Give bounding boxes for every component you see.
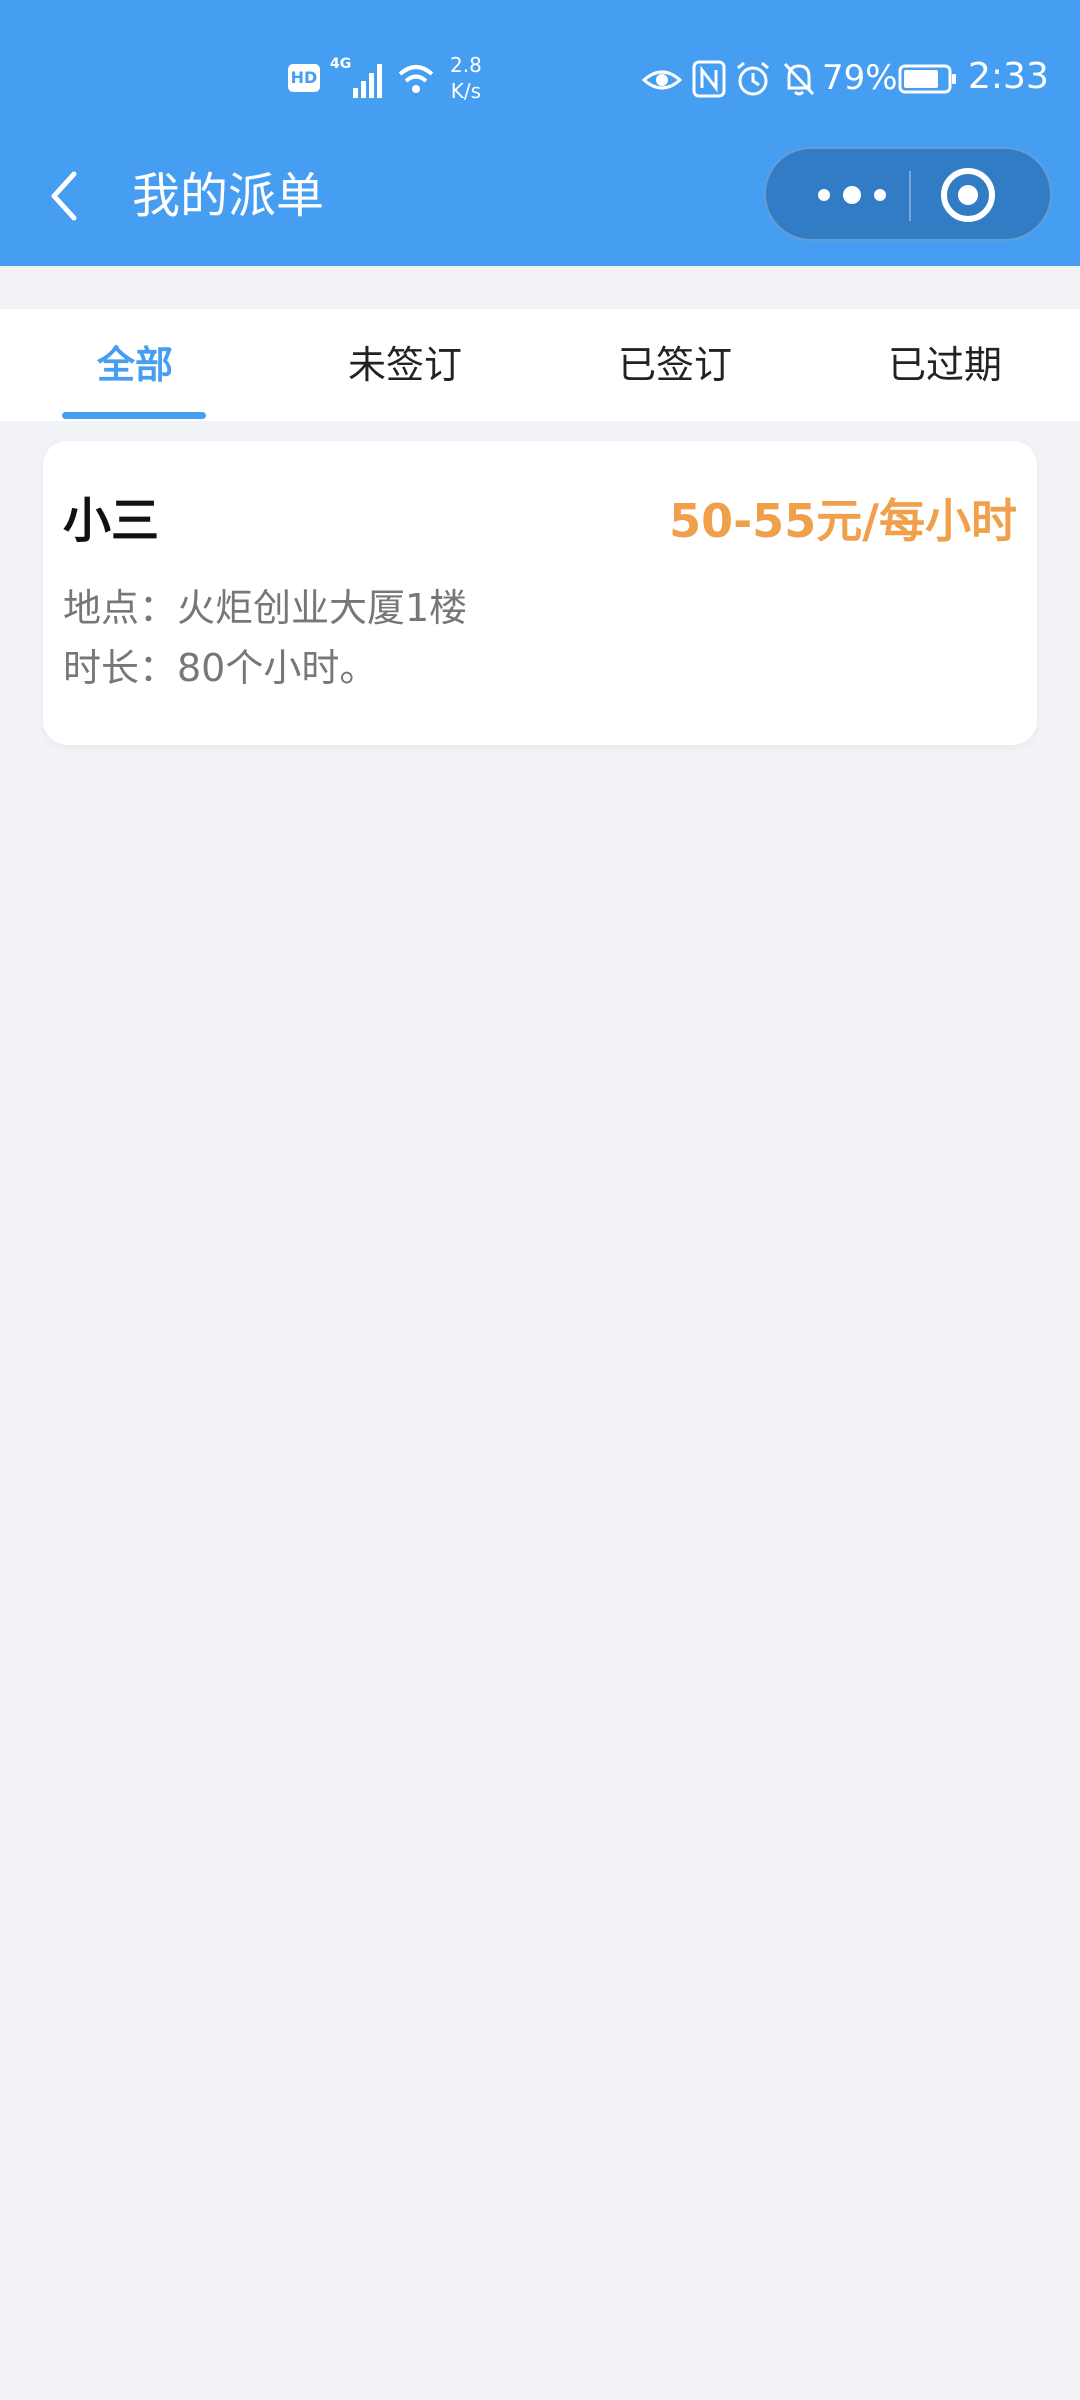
net-speed: 2.8 K/s [450, 52, 482, 104]
battery-percent: 79% [822, 58, 898, 98]
order-card[interactable]: 小三 50-55元/每小时 地点：火炬创业大厦1楼 时长：80个小时。 [43, 441, 1037, 745]
active-tab-indicator [62, 412, 206, 419]
battery-icon [898, 64, 956, 94]
net-speed-value: 2.8 [450, 53, 482, 77]
tab-expired[interactable]: 已过期 [810, 309, 1080, 421]
mute-bell-icon [783, 62, 815, 96]
eye-icon [642, 70, 682, 90]
network-type: 4G [330, 56, 352, 72]
tab-unsigned[interactable]: 未签订 [270, 309, 540, 421]
clock: 2:33 [968, 56, 1049, 97]
status-bar: HD 4G 2.8 K/s 79% 2:33 [0, 0, 1080, 150]
capsule-divider [909, 171, 911, 221]
hd-badge: HD [288, 64, 320, 92]
net-speed-unit: K/s [450, 79, 482, 103]
tab-signed[interactable]: 已签订 [540, 309, 810, 421]
order-location: 地点：火炬创业大厦1楼 [63, 586, 468, 630]
order-price: 50-55元/每小时 [669, 494, 1017, 548]
tab-all[interactable]: 全部 [0, 309, 270, 421]
alarm-icon [737, 61, 769, 96]
nfc-icon [692, 60, 726, 98]
signal-icon [353, 64, 382, 98]
wifi-icon [398, 65, 434, 93]
mini-program-capsule [764, 147, 1052, 241]
more-dots-icon[interactable] [806, 167, 906, 223]
chevron-left-icon[interactable] [44, 168, 84, 224]
tab-bar: 全部 未签订 已签订 已过期 [0, 309, 1080, 421]
page-title: 我的派单 [132, 168, 325, 224]
target-close-icon[interactable] [938, 165, 998, 225]
order-name: 小三 [63, 493, 160, 549]
app-header: HD 4G 2.8 K/s 79% 2:33 我的派单 [0, 0, 1080, 266]
order-duration: 时长：80个小时。 [63, 646, 378, 690]
